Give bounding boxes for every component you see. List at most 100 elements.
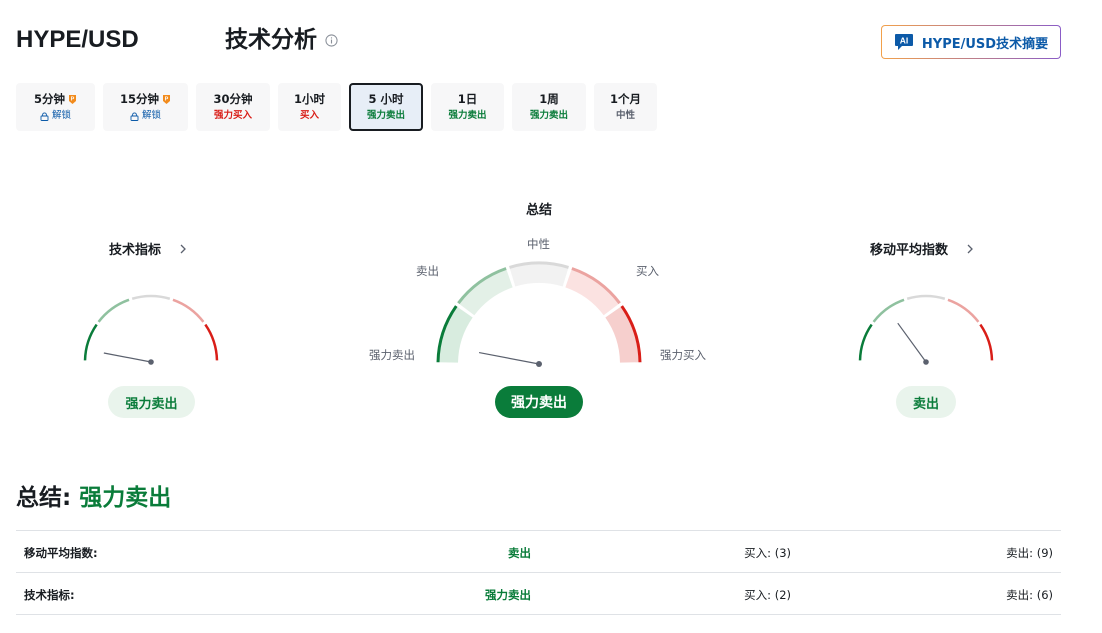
- timeframe-tab[interactable]: 30分钟强力买入: [196, 83, 270, 131]
- svg-text:P: P: [71, 96, 75, 102]
- label-strong-sell: 强力卖出: [369, 348, 415, 362]
- chevron-right-icon: [180, 244, 186, 253]
- timeframe-tab[interactable]: 1周强力卖出: [512, 83, 586, 131]
- gauge-needle-pivot: [148, 359, 154, 365]
- timeframe-tab-label: 5分钟: [33, 92, 65, 106]
- timeframe-tab-label: 1周: [539, 92, 559, 106]
- gauge-needle: [103, 352, 152, 363]
- lock-icon: [40, 111, 49, 121]
- timeframe-tab-label: 1日: [457, 92, 478, 106]
- gauge-needle-pivot: [536, 361, 542, 367]
- timeframe-signal: 强力卖出: [367, 109, 405, 123]
- timeframe-tab-name: 5分钟 P: [34, 91, 77, 107]
- timeframe-tab-label: 30分钟: [213, 92, 253, 106]
- row-signal: 强力卖出: [485, 588, 531, 602]
- row-buy-count: 买入: (3): [744, 546, 791, 560]
- gauge-segment-strong-buy: [204, 323, 219, 361]
- info-icon[interactable]: [325, 33, 338, 47]
- timeframe-tab-label: 5 小时: [368, 92, 404, 106]
- timeframe-tab-label: 1小时: [293, 92, 325, 106]
- ai-summary-button[interactable]: AI HYPE/USD技术摘要: [881, 25, 1061, 59]
- ai-chat-icon: AI: [894, 34, 913, 50]
- row-name: 移动平均指数:: [24, 546, 98, 560]
- timeframe-tab-label: 1个月: [609, 92, 641, 106]
- chevron-right-icon: [967, 244, 973, 253]
- row-sell-count: 卖出: (6): [1006, 588, 1053, 602]
- gauge-band-buy: [565, 268, 620, 316]
- lock-icon: [130, 111, 139, 121]
- row-sell-count: 卖出: (9): [1006, 546, 1053, 560]
- gauge-segment-buy: [947, 298, 980, 323]
- timeframe-tab-name: 30分钟: [213, 91, 252, 107]
- gauge-segment-sell: [872, 298, 905, 323]
- summary-table: 移动平均指数: 卖出 买入: (3) 卖出: (9) 技术指标: 强力卖出 买入: (2) 卖…: [16, 530, 1061, 615]
- timeframe-tab[interactable]: 1小时买入: [278, 83, 341, 131]
- timeframe-tab[interactable]: 5分钟 P 解锁: [16, 83, 95, 131]
- label-strong-buy: 强力买入: [660, 348, 706, 362]
- moving-averages-link[interactable]: 移动平均指数: [870, 239, 974, 258]
- timeframe-signal: 强力买入: [214, 109, 252, 123]
- timeframe-signal-text: 强力卖出: [529, 110, 568, 121]
- table-row: 移动平均指数: 卖出 买入: (3) 卖出: (9): [16, 531, 1061, 573]
- timeframe-tab[interactable]: 5 小时强力卖出: [349, 83, 423, 131]
- row-buy-count: 买入: (2): [744, 588, 791, 602]
- timeframe-tab[interactable]: 1日强力卖出: [431, 83, 504, 131]
- instrument-title: HYPE/USD: [16, 24, 139, 56]
- summary-value: 强力卖出: [79, 485, 172, 511]
- pro-icon: P: [163, 94, 170, 104]
- gauge-segment-strong-sell: [83, 323, 98, 361]
- gauge-segment-buy: [172, 298, 205, 323]
- section-title-text: 技术分析: [225, 27, 317, 53]
- label-neutral: 中性: [527, 237, 550, 251]
- gauge-segment-strong-buy: [979, 323, 994, 361]
- timeframe-tab-name: 1个月: [610, 91, 641, 107]
- gauge-band-sell: [458, 268, 513, 316]
- timeframe-tab[interactable]: 15分钟 P 解锁: [103, 83, 188, 131]
- section-title: 技术分析: [225, 24, 338, 56]
- gauge-band-neutral: [509, 263, 569, 287]
- table-row: 技术指标: 强力卖出 买入: (2) 卖出: (6): [16, 573, 1061, 615]
- moving-averages-gauge: [858, 294, 994, 365]
- timeframe-signal-text: 强力卖出: [366, 110, 405, 121]
- unlock-link[interactable]: 解锁: [40, 109, 71, 123]
- gauge-segment-neutral: [131, 294, 171, 300]
- timeframe-tab-name: 1周: [539, 91, 559, 107]
- timeframe-tab-name: 15分钟 P: [120, 91, 171, 107]
- timeframe-signal-text: 解锁: [141, 110, 161, 121]
- moving-averages-result: 卖出: [896, 386, 956, 418]
- gauge-needle: [897, 322, 927, 363]
- ai-summary-label: HYPE/USD技术摘要: [921, 36, 1049, 52]
- gauge-segment-strong-sell: [858, 323, 873, 361]
- row-name: 技术指标:: [24, 588, 75, 602]
- timeframe-signal: 强力卖出: [448, 109, 486, 123]
- gauge-segment-neutral: [906, 294, 946, 300]
- pair-name: HYPE/USD: [16, 26, 139, 53]
- unlock-link[interactable]: 解锁: [130, 109, 161, 123]
- pro-icon: P: [69, 94, 76, 104]
- timeframe-signal-text: 强力买入: [213, 110, 252, 121]
- summary-gauge-title: 总结: [525, 203, 552, 218]
- timeframe-signal-text: 解锁: [51, 110, 71, 121]
- gauge-needle-pivot: [923, 359, 929, 365]
- technical-indicators-title: 技术指标: [109, 243, 162, 258]
- summary-label: 总结:: [16, 485, 72, 511]
- timeframe-tab-name: 1小时: [294, 91, 325, 107]
- moving-averages-title: 移动平均指数: [870, 243, 949, 258]
- timeframe-signal-text: 中性: [615, 110, 635, 121]
- timeframe-signal-text: 买入: [299, 110, 319, 121]
- timeframe-tab-name: 5 小时: [368, 91, 403, 107]
- gauge-band-strong-buy: [605, 306, 640, 363]
- technical-indicators-link[interactable]: 技术指标: [109, 239, 187, 258]
- timeframe-tabs: 5分钟 P 解锁 15分钟 P 解锁 30分钟 强力买入 1小时 买入 5 小时 强力卖出 1日 强力卖出…: [16, 83, 657, 131]
- timeframe-tab-name: 1日: [458, 91, 478, 107]
- timeframe-tab[interactable]: 1个月中性: [594, 83, 657, 131]
- gauge-band-strong-sell: [438, 306, 473, 363]
- technical-indicators-result: 强力卖出: [108, 386, 195, 418]
- timeframe-signal: 中性: [616, 109, 635, 123]
- gauge-segment-sell: [97, 298, 130, 323]
- summary-gauge: [436, 261, 642, 367]
- technical-indicators-gauge: [83, 294, 219, 365]
- svg-text:P: P: [165, 96, 169, 102]
- summary-result: 强力卖出: [495, 386, 583, 418]
- timeframe-signal: 买入: [300, 109, 319, 123]
